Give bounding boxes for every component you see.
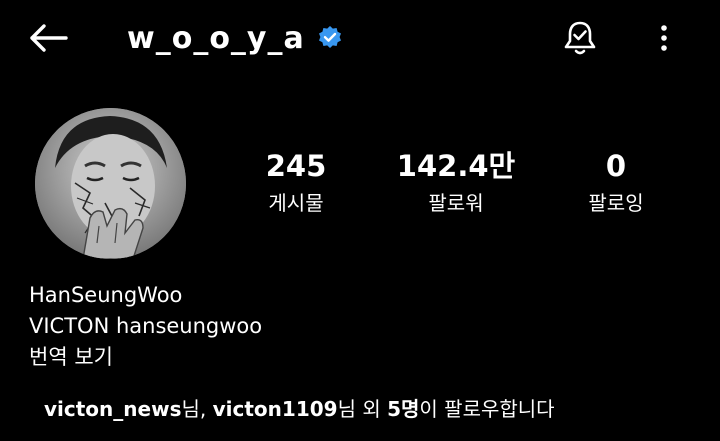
followers-count: 142.4만 xyxy=(396,149,516,183)
translate-link[interactable]: 번역 보기 xyxy=(29,342,262,373)
stat-posts[interactable]: 245 게시물 xyxy=(221,146,371,220)
followed-by-sep1: 님, xyxy=(181,397,213,421)
profile-avatar[interactable] xyxy=(35,108,186,259)
stat-following[interactable]: 0 팔로잉 xyxy=(541,146,691,220)
followed-by-sep2: 님 외 xyxy=(337,397,388,421)
back-arrow-icon xyxy=(30,24,68,52)
mutual-follower-count[interactable]: 5명 xyxy=(387,397,419,421)
posts-label: 게시물 xyxy=(268,191,324,215)
back-button[interactable] xyxy=(24,18,72,58)
verified-badge-icon xyxy=(318,26,341,48)
stat-followers[interactable]: 142.4만 팔로워 xyxy=(381,146,531,220)
avatar-image xyxy=(35,108,186,259)
followed-by-text[interactable]: victon_news님, victon1109님 외 5명이 팔로우합니다 xyxy=(44,393,555,422)
mutual-follower-2[interactable]: victon1109 xyxy=(213,397,338,421)
following-count: 0 xyxy=(605,149,627,183)
more-options-icon xyxy=(661,25,667,51)
username: w_o_o_y_a xyxy=(127,20,305,56)
following-label: 팔로잉 xyxy=(588,191,644,215)
posts-count: 245 xyxy=(265,149,327,183)
profile-bio: HanSeungWoo VICTON hanseungwoo 번역 보기 xyxy=(29,280,262,373)
more-options-button[interactable] xyxy=(650,18,678,58)
display-name: HanSeungWoo xyxy=(29,283,183,307)
profile-header: w_o_o_y_a xyxy=(127,18,343,58)
bio-description: VICTON hanseungwoo xyxy=(29,314,263,338)
followers-label: 팔로워 xyxy=(428,191,484,215)
followed-by-suffix: 이 팔로우합니다 xyxy=(419,397,555,421)
notification-button[interactable] xyxy=(558,16,602,60)
mutual-follower-1[interactable]: victon_news xyxy=(44,397,181,421)
notification-bell-icon xyxy=(564,21,596,55)
